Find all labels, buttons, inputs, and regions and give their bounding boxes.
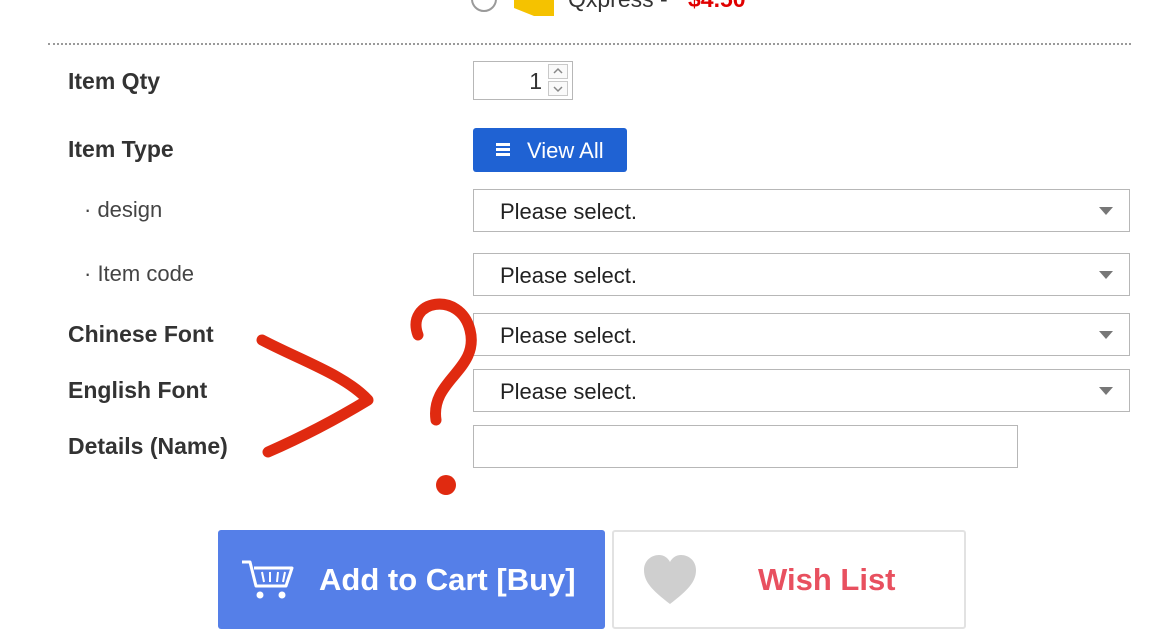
details-name-label: Details (Name)	[68, 433, 228, 459]
caret-down-icon	[1099, 271, 1113, 279]
add-to-cart-button[interactable]: Add to Cart [Buy]	[218, 530, 605, 629]
add-to-cart-label: Add to Cart [Buy]	[319, 562, 576, 597]
english-font-select[interactable]: Please select.	[473, 369, 1130, 412]
design-select-value: Please select.	[500, 199, 637, 224]
heart-icon	[644, 555, 696, 604]
caret-down-icon	[1099, 207, 1113, 215]
cart-icon	[242, 560, 294, 599]
details-name-input[interactable]	[473, 425, 1018, 468]
quantity-stepper[interactable]: 1	[473, 61, 573, 100]
view-all-label: View All	[527, 138, 604, 163]
item-code-label: · Item code	[84, 261, 195, 286]
shipping-price: $4.50	[688, 0, 746, 13]
caret-down-icon	[1099, 331, 1113, 339]
chinese-font-select-value: Please select.	[500, 323, 637, 348]
view-all-button[interactable]: View All	[473, 128, 627, 172]
list-icon	[496, 143, 510, 157]
english-font-label: English Font	[68, 377, 208, 403]
english-font-select-value: Please select.	[500, 379, 637, 404]
item-code-select-value: Please select.	[500, 263, 637, 288]
caret-down-icon	[1099, 387, 1113, 395]
wish-list-label: Wish List	[758, 562, 896, 597]
qty-decrement-button[interactable]	[548, 81, 568, 96]
chevron-up-icon	[553, 67, 563, 74]
design-label: · design	[84, 197, 163, 222]
chinese-font-label: Chinese Font	[68, 321, 214, 347]
qxpress-logo-icon	[514, 0, 554, 16]
divider	[48, 43, 1131, 45]
qty-stepper-buttons	[548, 64, 570, 97]
item-code-select[interactable]: Please select.	[473, 253, 1130, 296]
item-type-label: Item Type	[68, 136, 174, 162]
qty-value: 1	[529, 68, 542, 94]
shipping-name: Qxpress -	[568, 0, 668, 13]
chevron-down-icon	[553, 86, 563, 93]
wish-list-button[interactable]: Wish List	[612, 530, 966, 629]
design-select[interactable]: Please select.	[473, 189, 1130, 232]
qty-label: Item Qty	[68, 68, 161, 94]
chinese-font-select[interactable]: Please select.	[473, 313, 1130, 356]
qty-increment-button[interactable]	[548, 64, 568, 79]
shipping-radio[interactable]	[471, 0, 497, 12]
